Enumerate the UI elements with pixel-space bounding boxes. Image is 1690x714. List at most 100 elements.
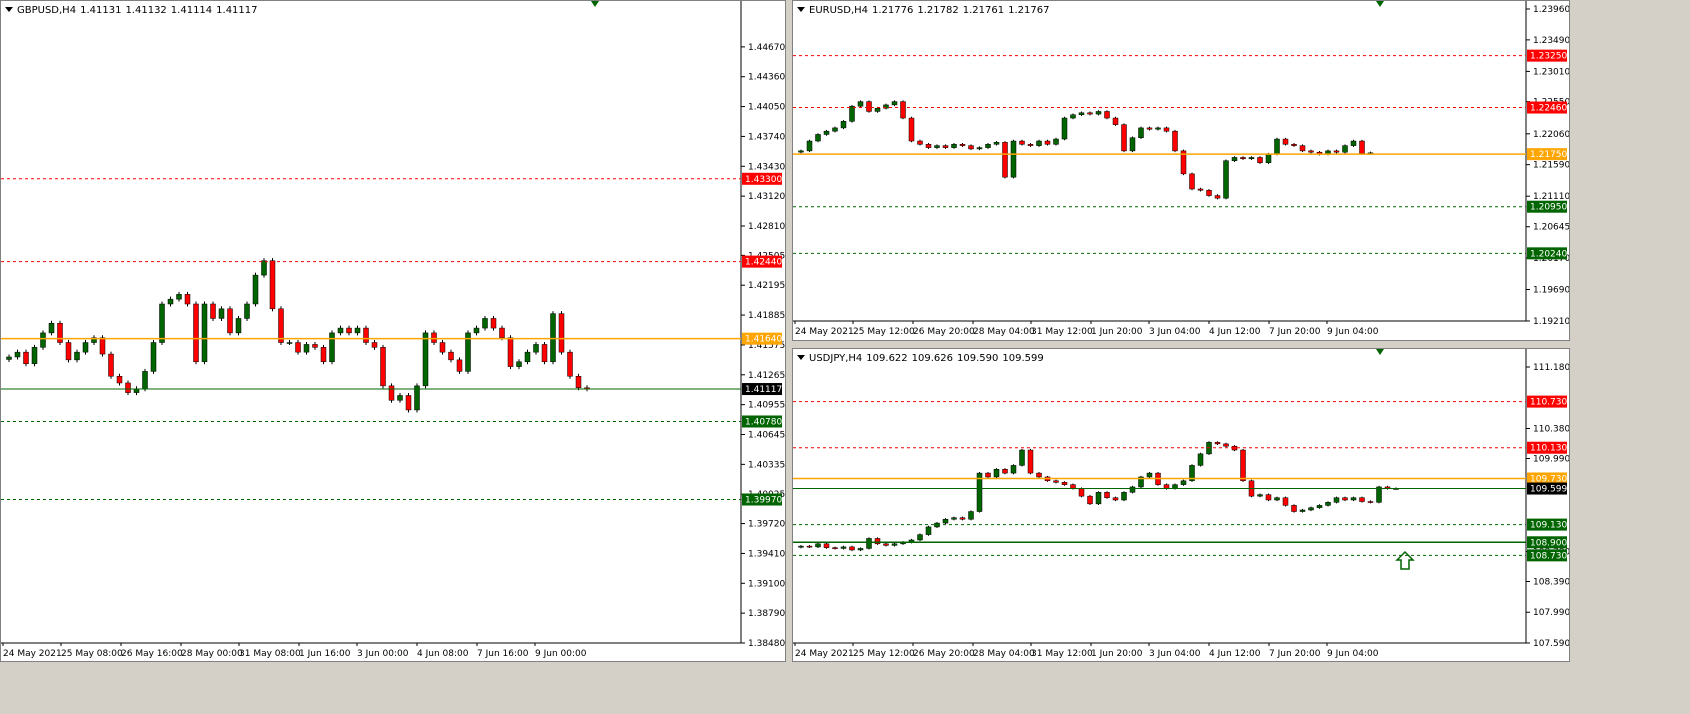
candle-body bbox=[1265, 153, 1272, 163]
candle-body bbox=[1333, 497, 1340, 503]
candle-body bbox=[1129, 486, 1136, 493]
candle-body bbox=[1146, 127, 1153, 130]
x-tick-label: 1 Jun 20:00 bbox=[1091, 649, 1143, 659]
usdjpy-chart-svg[interactable]: 111.180110.380109.990108.780108.390107.9… bbox=[793, 349, 1570, 662]
candle-body bbox=[1308, 150, 1314, 153]
chart-shift-marker-icon bbox=[1376, 349, 1384, 355]
candle-body bbox=[1282, 138, 1289, 145]
candle-body bbox=[125, 382, 131, 393]
candle-body bbox=[1104, 111, 1110, 119]
candle-body bbox=[1376, 486, 1382, 503]
candle-body bbox=[116, 375, 123, 384]
candle-body bbox=[1163, 484, 1170, 489]
y-tick-label: 1.43120 bbox=[748, 192, 785, 202]
candle-body bbox=[832, 547, 838, 549]
candle-body bbox=[1180, 480, 1187, 485]
candle-body bbox=[1087, 495, 1093, 505]
y-tick-label: 1.43740 bbox=[748, 132, 785, 142]
candle-body bbox=[883, 543, 889, 546]
candle-body bbox=[473, 327, 480, 334]
candle-body bbox=[99, 337, 106, 355]
candle-body bbox=[1138, 127, 1144, 138]
candle-body bbox=[524, 351, 531, 363]
y-tick-label: 107.990 bbox=[1533, 608, 1570, 618]
candle-body bbox=[806, 545, 813, 548]
candle-body bbox=[900, 101, 906, 119]
y-tick-label: 1.20645 bbox=[1533, 223, 1570, 233]
price-tag-label: 108.730 bbox=[1530, 551, 1567, 561]
candle-body bbox=[23, 351, 29, 364]
candle-body bbox=[1299, 509, 1306, 512]
usdjpy-chart-panel[interactable]: USDJPY,H4 109.622 109.626 109.590 109.599 11… bbox=[792, 348, 1570, 662]
candle-body bbox=[499, 327, 505, 338]
candle-body bbox=[6, 356, 12, 360]
candle-body bbox=[1350, 140, 1357, 146]
x-tick-label: 28 May 00:00 bbox=[181, 649, 243, 659]
candle-body bbox=[1104, 492, 1110, 498]
y-tick-label: 1.21110 bbox=[1533, 192, 1570, 202]
y-tick-label: 1.19210 bbox=[1533, 317, 1570, 327]
eurusd-chart-panel[interactable]: EURUSD,H4 1.21776 1.21782 1.21761 1.21767 1.… bbox=[792, 0, 1570, 341]
y-tick-label: 108.390 bbox=[1533, 577, 1570, 587]
candle-body bbox=[798, 545, 804, 548]
candle-body bbox=[167, 298, 174, 305]
candle-body bbox=[942, 145, 949, 148]
price-tag-label: 1.23250 bbox=[1530, 52, 1567, 62]
candle-body bbox=[1010, 465, 1017, 474]
x-tick-label: 24 May 2021 bbox=[795, 649, 854, 659]
candle-body bbox=[849, 546, 855, 551]
candle-body bbox=[1223, 443, 1229, 447]
candle-body bbox=[866, 538, 872, 549]
candle-body bbox=[218, 308, 225, 319]
candle-body bbox=[354, 327, 361, 334]
candle-body bbox=[295, 342, 301, 353]
x-tick-label: 7 Jun 20:00 bbox=[1269, 649, 1321, 659]
candle-body bbox=[1036, 140, 1042, 146]
y-tick-label: 1.44360 bbox=[748, 73, 785, 83]
x-tick-label: 26 May 20:00 bbox=[913, 649, 975, 659]
gbpusd-chart-panel[interactable]: GBPUSD,H4 1.41131 1.41132 1.41114 1.41117 1.… bbox=[0, 0, 786, 662]
candle-body bbox=[925, 526, 932, 535]
candle-body bbox=[1342, 145, 1348, 153]
candle-body bbox=[388, 385, 395, 401]
y-tick-label: 107.590 bbox=[1533, 639, 1570, 649]
candle-body bbox=[1308, 507, 1314, 511]
candle-body bbox=[1036, 472, 1042, 478]
x-tick-label: 3 Jun 00:00 bbox=[357, 649, 409, 659]
candle-body bbox=[227, 308, 233, 334]
candle-body bbox=[1044, 140, 1051, 145]
candle-body bbox=[1087, 112, 1093, 115]
candle-body bbox=[993, 469, 1000, 478]
x-tick-label: 24 May 2021 bbox=[3, 649, 62, 659]
x-tick-label: 4 Jun 12:00 bbox=[1209, 327, 1261, 337]
candle-body bbox=[1367, 501, 1374, 503]
x-tick-label: 1 Jun 16:00 bbox=[299, 649, 351, 659]
candle-body bbox=[1359, 497, 1365, 502]
candle-body bbox=[1214, 442, 1221, 445]
x-tick-label: 4 Jun 08:00 bbox=[417, 649, 469, 659]
candle-body bbox=[74, 351, 80, 361]
candle-body bbox=[286, 342, 293, 344]
candle-body bbox=[337, 327, 344, 334]
candle-body bbox=[1078, 488, 1085, 497]
eurusd-chart-svg[interactable]: 1.239601.234901.230101.225501.220601.215… bbox=[793, 1, 1570, 341]
x-tick-label: 25 May 08:00 bbox=[61, 649, 123, 659]
price-tag-label: 108.900 bbox=[1530, 538, 1567, 548]
candle-body bbox=[1299, 145, 1306, 152]
candle-body bbox=[849, 105, 855, 122]
candle-body bbox=[269, 260, 276, 310]
x-tick-label: 9 Jun 04:00 bbox=[1327, 649, 1379, 659]
x-tick-label: 31 May 12:00 bbox=[1031, 327, 1093, 337]
y-tick-label: 1.40645 bbox=[748, 430, 785, 440]
candle-body bbox=[82, 342, 89, 353]
x-tick-label: 7 Jun 20:00 bbox=[1269, 327, 1321, 337]
candle-body bbox=[925, 144, 932, 148]
candle-body bbox=[1061, 117, 1068, 140]
candle-body bbox=[1027, 144, 1034, 146]
candle-body bbox=[1053, 138, 1059, 145]
candle-body bbox=[959, 144, 966, 146]
gbpusd-chart-svg[interactable]: 1.44670 1.44360 1.44050 1.43740 1.43430 1.431… bbox=[1, 1, 786, 662]
x-tick-label: 9 Jun 00:00 bbox=[535, 649, 587, 659]
candle-body bbox=[1333, 150, 1340, 153]
candle-body bbox=[1095, 111, 1102, 115]
